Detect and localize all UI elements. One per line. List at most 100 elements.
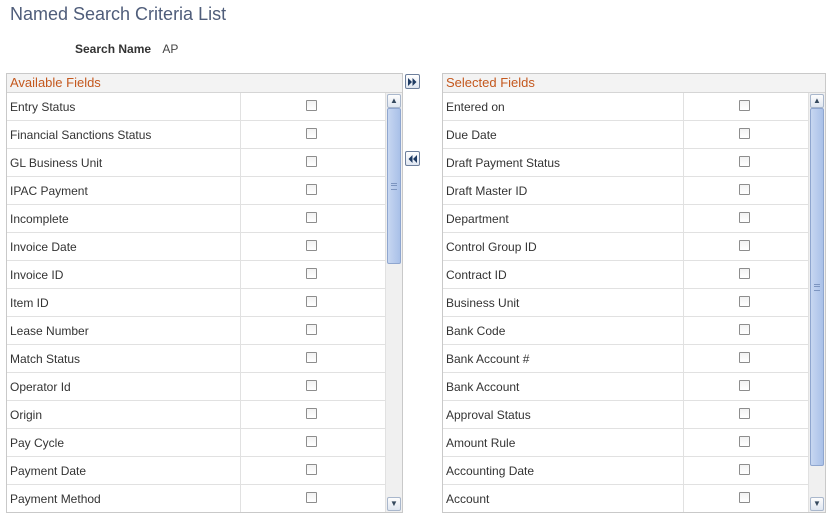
field-checkbox[interactable] <box>306 156 317 167</box>
field-checkbox[interactable] <box>306 240 317 251</box>
cell-divider <box>683 373 684 400</box>
cell-divider <box>240 233 241 260</box>
field-row: Amount Rule <box>443 429 808 457</box>
available-fields-scrollbar[interactable]: ▲ ▼ <box>385 93 402 512</box>
field-row: Payment Date <box>7 457 385 485</box>
field-row: Payment Method <box>7 485 385 512</box>
field-checkbox[interactable] <box>306 436 317 447</box>
field-label: Bank Code <box>446 323 506 338</box>
field-label: Business Unit <box>446 295 520 310</box>
page-title: Named Search Criteria List <box>10 4 227 24</box>
field-checkbox[interactable] <box>306 324 317 335</box>
field-label: Financial Sanctions Status <box>10 127 152 142</box>
search-name-label: Search Name <box>75 42 152 56</box>
field-checkbox[interactable] <box>739 408 750 419</box>
field-row: Financial Sanctions Status <box>7 121 385 149</box>
add-fields-button[interactable] <box>405 74 420 89</box>
field-row: GL Business Unit <box>7 149 385 177</box>
field-checkbox[interactable] <box>306 408 317 419</box>
field-checkbox[interactable] <box>306 380 317 391</box>
field-checkbox[interactable] <box>739 352 750 363</box>
cell-divider <box>240 93 241 120</box>
field-label: Payment Date <box>10 463 87 478</box>
cell-divider <box>683 289 684 316</box>
available-fields-rows: Entry Status Financial Sanctions Status GL… <box>7 93 385 512</box>
cell-divider <box>240 121 241 148</box>
search-name-row: Search Name AP <box>75 42 178 56</box>
field-checkbox[interactable] <box>306 492 317 503</box>
cell-divider <box>240 345 241 372</box>
field-row: Business Unit <box>443 289 808 317</box>
field-checkbox[interactable] <box>306 352 317 363</box>
remove-fields-button[interactable] <box>405 151 420 166</box>
field-checkbox[interactable] <box>739 380 750 391</box>
field-checkbox[interactable] <box>739 156 750 167</box>
cell-divider <box>683 149 684 176</box>
field-row: Lease Number <box>7 317 385 345</box>
scroll-down-arrow[interactable]: ▼ <box>387 497 401 511</box>
field-label: Amount Rule <box>446 435 516 450</box>
field-checkbox[interactable] <box>739 492 750 503</box>
field-checkbox[interactable] <box>306 212 317 223</box>
field-checkbox[interactable] <box>306 464 317 475</box>
field-label: Contract ID <box>446 267 507 282</box>
field-row: Bank Code <box>443 317 808 345</box>
field-checkbox[interactable] <box>306 100 317 111</box>
cell-divider <box>683 429 684 456</box>
scroll-thumb[interactable] <box>387 108 401 264</box>
field-row: Match Status <box>7 345 385 373</box>
field-row: Entered on <box>443 93 808 121</box>
cell-divider <box>240 457 241 484</box>
scroll-up-arrow[interactable]: ▲ <box>387 94 401 108</box>
field-label: Control Group ID <box>446 239 537 254</box>
field-label: Item ID <box>10 295 49 310</box>
field-label: Bank Account <box>446 379 520 394</box>
search-name-value: AP <box>162 42 179 56</box>
selected-fields-panel: Selected Fields Entered on Due Date Draft … <box>442 73 826 513</box>
selected-fields-scrollbar[interactable]: ▲ ▼ <box>808 93 825 512</box>
cell-divider <box>240 485 241 512</box>
field-checkbox[interactable] <box>739 184 750 195</box>
field-label: Due Date <box>446 127 497 142</box>
available-fields-header: Available Fields <box>7 74 402 93</box>
field-label: Origin <box>10 407 43 422</box>
scroll-up-arrow[interactable]: ▲ <box>810 94 824 108</box>
field-checkbox[interactable] <box>739 464 750 475</box>
field-checkbox[interactable] <box>306 268 317 279</box>
field-label: Invoice ID <box>10 267 64 282</box>
selected-fields-rows: Entered on Due Date Draft Payment Status Dr… <box>443 93 808 512</box>
cell-divider <box>683 457 684 484</box>
field-checkbox[interactable] <box>739 128 750 139</box>
selected-fields-header: Selected Fields <box>443 74 825 93</box>
field-label: Draft Master ID <box>446 183 528 198</box>
field-row: Draft Payment Status <box>443 149 808 177</box>
field-label: Entry Status <box>10 99 76 114</box>
field-checkbox[interactable] <box>306 128 317 139</box>
scroll-thumb[interactable] <box>810 108 824 466</box>
cell-divider <box>240 289 241 316</box>
scroll-down-arrow[interactable]: ▼ <box>810 497 824 511</box>
cell-divider <box>683 261 684 288</box>
field-checkbox[interactable] <box>739 296 750 307</box>
double-chevron-left-icon <box>408 154 417 163</box>
field-label: Approval Status <box>446 407 531 422</box>
cell-divider <box>683 317 684 344</box>
field-label: GL Business Unit <box>10 155 103 170</box>
field-checkbox[interactable] <box>739 100 750 111</box>
cell-divider <box>240 317 241 344</box>
cell-divider <box>240 401 241 428</box>
field-row: Due Date <box>443 121 808 149</box>
field-row: Control Group ID <box>443 233 808 261</box>
field-label: Accounting Date <box>446 463 535 478</box>
field-row: Pay Cycle <box>7 429 385 457</box>
field-label: Entered on <box>446 99 505 114</box>
field-checkbox[interactable] <box>306 296 317 307</box>
field-checkbox[interactable] <box>739 436 750 447</box>
field-checkbox[interactable] <box>739 324 750 335</box>
field-checkbox[interactable] <box>739 240 750 251</box>
cell-divider <box>683 485 684 512</box>
field-checkbox[interactable] <box>739 268 750 279</box>
field-checkbox[interactable] <box>739 212 750 223</box>
field-row: Operator Id <box>7 373 385 401</box>
field-checkbox[interactable] <box>306 184 317 195</box>
